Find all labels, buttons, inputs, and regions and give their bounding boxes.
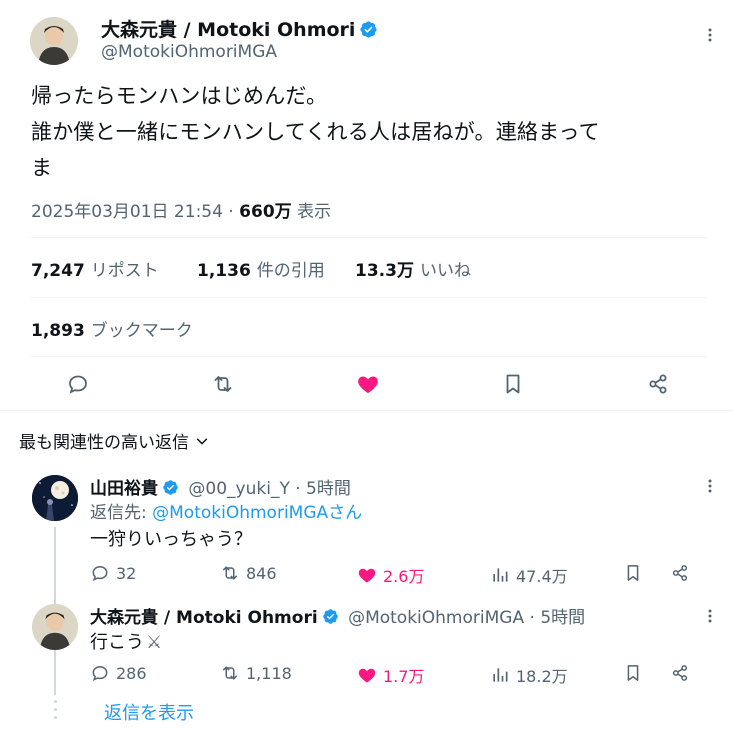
reply-bookmark[interactable]: [623, 563, 649, 583]
count: 1,118: [246, 663, 292, 683]
reply-avatar[interactable]: [32, 604, 78, 650]
thread-dots: [53, 700, 57, 724]
stat-retweets[interactable]: 7,247 リポスト: [31, 256, 159, 281]
reply-view-count[interactable]: 47.4万: [490, 563, 568, 587]
retweet-icon: [223, 566, 237, 580]
stat-value: 1,136: [197, 261, 251, 281]
reply-retweet-count[interactable]: 846: [220, 563, 277, 583]
more-options-icon[interactable]: [702, 27, 718, 43]
heart-filled-icon: [358, 668, 376, 683]
share-icon: [672, 665, 688, 681]
more-options-icon[interactable]: [702, 608, 718, 624]
reply-time[interactable]: 5時間: [306, 479, 351, 499]
heart-filled-icon[interactable]: [356, 372, 380, 396]
count: 846: [246, 563, 277, 583]
count: 2.6万: [383, 567, 425, 586]
meta-separator: ·: [529, 608, 535, 628]
view-label: 表示: [297, 202, 332, 222]
divider: [31, 237, 707, 238]
tweet-text: 帰ったらモンハンはじめんだ。 誰か僕と一緒にモンハンしてくれる人は居ねが。連絡ま…: [31, 78, 721, 186]
count: 32: [116, 563, 137, 583]
share-icon: [672, 565, 688, 581]
count: 18.2万: [516, 667, 568, 686]
tweet-text-line: 帰ったらモンハンはじめんだ。: [31, 84, 328, 108]
author-handle[interactable]: @MotokiOhmoriMGA: [101, 42, 277, 62]
stat-value: 1,893: [31, 321, 85, 341]
divider: [0, 410, 733, 411]
reply-author-handle[interactable]: @MotokiOhmoriMGA: [348, 608, 524, 628]
stat-label: 件の引用: [256, 261, 325, 281]
verified-badge-icon: [360, 21, 378, 38]
reply-author-handle[interactable]: @00_yuki_Y: [188, 479, 289, 499]
author-name[interactable]: 大森元貴 / Motoki Ohmori: [101, 19, 355, 41]
stat-label: リポスト: [90, 261, 159, 281]
reply-time[interactable]: 5時間: [540, 608, 585, 628]
bookmark-icon: [627, 665, 639, 681]
reply-reply-count[interactable]: 286: [90, 663, 147, 683]
reply-text-body: 行こう: [90, 632, 144, 653]
meta-separator: ·: [295, 479, 301, 499]
reply-header: 大森元貴 / Motoki Ohmori @MotokiOhmoriMGA · …: [90, 603, 585, 628]
stat-likes[interactable]: 13.3万 いいね: [355, 256, 471, 281]
count: 1.7万: [383, 667, 425, 686]
divider: [31, 297, 707, 298]
stat-value: 13.3万: [355, 261, 414, 281]
timestamp[interactable]: 2025年03月01日 21:54: [31, 202, 223, 222]
reply-view-count[interactable]: 18.2万: [490, 663, 568, 687]
reply-bookmark[interactable]: [623, 663, 649, 683]
replying-to: 返信先: @MotokiOhmoriMGAさん: [90, 498, 362, 523]
stat-label: いいね: [419, 261, 471, 281]
reply-reply-count[interactable]: 32: [90, 563, 136, 583]
tweet-meta: 2025年03月01日 21:54 · 660万 表示: [31, 197, 331, 222]
tweet-text-line: 誰か僕と一緒にモンハンしてくれる人は居ねが。連絡まって: [31, 120, 600, 144]
bookmark-icon: [627, 565, 639, 581]
reply-header: 山田裕貴 @00_yuki_Y · 5時間: [90, 474, 351, 499]
reply-icon: [92, 665, 108, 682]
reply-like-count[interactable]: 2.6万: [357, 563, 424, 587]
reply-like-count[interactable]: 1.7万: [357, 663, 424, 687]
verified-badge-icon: [163, 480, 178, 495]
chevron-down-icon: [196, 437, 208, 444]
count: 47.4万: [516, 567, 568, 586]
reply-avatar[interactable]: [32, 475, 78, 521]
share-icon[interactable]: [646, 372, 670, 396]
view-count: 660万: [239, 202, 292, 222]
reply-icon[interactable]: [66, 372, 90, 396]
reply-author-name[interactable]: 大森元貴 / Motoki Ohmori: [90, 608, 318, 628]
replying-to-link[interactable]: @MotokiOhmoriMGAさん: [152, 503, 362, 523]
reply-share[interactable]: [670, 663, 696, 683]
reply-share[interactable]: [670, 563, 696, 583]
reply-author-name[interactable]: 山田裕貴: [90, 479, 158, 499]
meta-separator: ·: [228, 202, 234, 222]
more-options-icon[interactable]: [702, 478, 718, 494]
reply-sort-dropdown[interactable]: 最も関連性の高い返信: [19, 428, 209, 453]
show-replies-link[interactable]: 返信を表示: [104, 699, 194, 725]
retweet-icon: [223, 666, 237, 680]
stat-label: ブックマーク: [90, 321, 193, 341]
stat-bookmarks[interactable]: 1,893 ブックマーク: [31, 316, 193, 341]
author-name-row[interactable]: 大森元貴 / Motoki Ohmori: [101, 15, 378, 42]
reply-text: 行こう ⚔: [90, 628, 162, 654]
reply-icon: [92, 565, 108, 582]
reply-text: 一狩りいっちゃう？: [90, 529, 252, 550]
tweet-text-line: ま: [31, 156, 53, 180]
stat-quotes[interactable]: 1,136 件の引用: [197, 256, 325, 281]
divider: [31, 356, 707, 357]
analytics-icon: [493, 668, 508, 682]
sort-label: 最も関連性の高い返信: [19, 433, 189, 453]
replying-to-prefix: 返信先:: [90, 503, 153, 523]
bookmark-icon[interactable]: [501, 372, 525, 396]
heart-filled-icon: [358, 568, 376, 583]
reply-retweet-count[interactable]: 1,118: [220, 663, 292, 683]
author-avatar[interactable]: [30, 17, 78, 65]
count: 286: [116, 663, 147, 683]
crossed-swords-emoji: ⚔: [146, 632, 163, 653]
analytics-icon: [493, 568, 508, 582]
stat-value: 7,247: [31, 261, 85, 281]
verified-badge-icon: [322, 609, 338, 624]
retweet-icon[interactable]: [211, 372, 235, 396]
